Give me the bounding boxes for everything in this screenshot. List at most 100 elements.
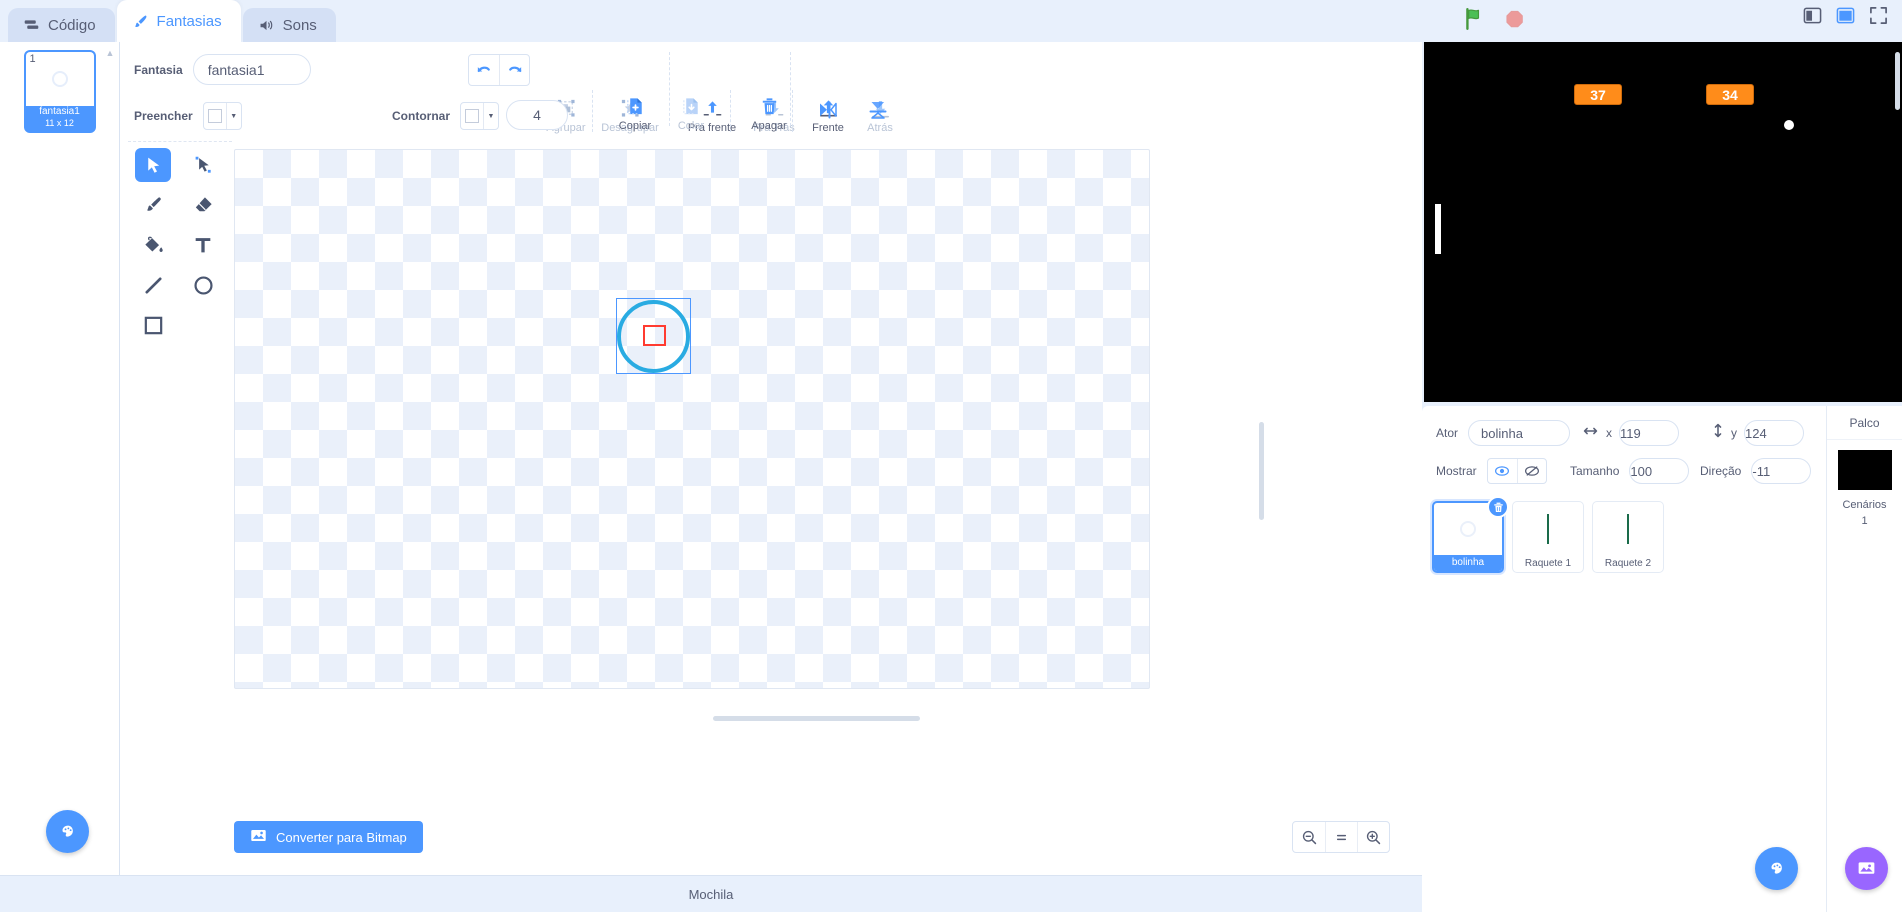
line-tool-button[interactable] [135, 268, 171, 302]
vertical-arrow-icon [1712, 422, 1724, 444]
ball-shape [1460, 521, 1476, 537]
flip-horizontal-button[interactable] [803, 98, 853, 122]
arrow-cursor-icon [147, 157, 159, 173]
score-display-left: 37 [1574, 84, 1622, 105]
costume-item-1[interactable]: 1 fantasia1 11 x 12 [23, 50, 96, 133]
canvas-horizontal-scrollbar[interactable] [713, 716, 920, 721]
zoom-reset-button[interactable] [1325, 822, 1357, 852]
eye-show-icon [1495, 466, 1510, 476]
circle-tool-button[interactable] [185, 268, 221, 302]
costume-list-scrollbar[interactable]: ▲ [105, 48, 115, 858]
show-sprite-button[interactable] [1488, 459, 1517, 483]
code-icon [23, 17, 40, 34]
toolbar-divider-4 [730, 90, 731, 132]
brush-tool-button[interactable] [135, 188, 171, 222]
delete-icon [758, 94, 781, 118]
fill-dropdown-caret-icon[interactable]: ▼ [225, 103, 241, 129]
sprite-card-name: Raquete 1 [1524, 558, 1572, 569]
stage-selector-panel: Palco Cenários 1 [1826, 406, 1902, 912]
trash-icon [1493, 502, 1503, 512]
sprite-direction-input[interactable] [1751, 458, 1812, 484]
eraser-icon [195, 196, 212, 211]
select-tool-button[interactable] [135, 148, 171, 182]
canvas-vertical-scrollbar[interactable] [1259, 422, 1264, 520]
tool-palette [128, 142, 228, 762]
paint-canvas[interactable] [234, 149, 1150, 689]
flip-vertical-button[interactable] [853, 98, 903, 122]
green-flag-icon[interactable] [1462, 6, 1488, 37]
tab-sons[interactable]: Sons [242, 8, 336, 42]
rectangle-tool-button[interactable] [135, 308, 171, 342]
stroke-swatch-group[interactable]: ▼ [460, 102, 499, 130]
run-buttons [1462, 6, 1528, 37]
clipboard-actions: Copiar Colar [607, 94, 719, 132]
sprite-x-group: x [1582, 420, 1679, 446]
sprite-x-input[interactable] [1619, 420, 1679, 446]
stroke-swatch[interactable] [461, 103, 483, 129]
fullscreen-icon[interactable] [1869, 6, 1888, 30]
scratch-editor: Código Fantasias Sons ▲ 1 fantasia1 11 x… [0, 0, 1902, 912]
tab-fantasias[interactable]: Fantasias [116, 0, 241, 42]
sprite-y-input[interactable] [1744, 420, 1804, 446]
stage-size-buttons [1803, 6, 1888, 30]
sprite-card-raquete-1[interactable]: Raquete 1 [1512, 501, 1584, 573]
large-stage-icon[interactable] [1836, 6, 1855, 30]
stroke-dropdown-caret-icon[interactable]: ▼ [483, 103, 498, 129]
convert-to-bitmap-button[interactable]: Converter para Bitmap [234, 821, 423, 853]
small-stage-icon[interactable] [1803, 6, 1822, 30]
backpack-bar[interactable]: Mochila [0, 875, 1422, 912]
editor-tab-bar: Código Fantasias Sons [0, 0, 1422, 42]
sprite-name-label: Ator [1436, 426, 1459, 440]
sprite-size-input[interactable] [1629, 458, 1690, 484]
paddle-shape [1627, 514, 1629, 544]
speaker-icon [258, 17, 275, 34]
fill-tool-button[interactable] [135, 228, 171, 262]
sprite-name-input[interactable] [1468, 420, 1571, 446]
stage-ball-sprite [1784, 120, 1794, 130]
zoom-out-button[interactable] [1293, 822, 1325, 852]
sprite-info-panel: Ator x y Mostrar [1422, 406, 1826, 491]
add-backdrop-button[interactable] [1845, 847, 1888, 890]
sprite-card-raquete-2[interactable]: Raquete 2 [1592, 501, 1664, 573]
add-costume-button[interactable] [46, 810, 89, 853]
copy-button[interactable]: Copiar [607, 94, 663, 132]
sprite-card-bolinha[interactable]: bolinha [1432, 496, 1509, 573]
stage-scrollbar[interactable] [1895, 52, 1900, 110]
stroke-color-group: Contornar ▼ [392, 102, 499, 130]
paste-label: Colar [677, 120, 705, 132]
text-tool-button[interactable] [185, 228, 221, 262]
stage-display[interactable]: 37 34 [1424, 42, 1902, 402]
costume-name-field-group: Fantasia [134, 54, 311, 85]
reshape-tool-button[interactable] [185, 148, 221, 182]
horizontal-arrow-icon [1582, 424, 1599, 443]
add-sprite-button[interactable] [1755, 847, 1798, 890]
zoom-reset-icon [1336, 834, 1347, 840]
undo-button[interactable] [469, 55, 499, 85]
tab-fantasias-label: Fantasias [156, 13, 222, 30]
sprite-card-name: bolinha [1434, 555, 1502, 571]
scroll-up-arrow-icon[interactable]: ▲ [105, 48, 115, 58]
hide-sprite-button[interactable] [1516, 459, 1546, 483]
add-sprite-icon [1771, 862, 1782, 874]
redo-button[interactable] [499, 55, 529, 85]
tab-codigo[interactable]: Código [8, 8, 115, 42]
stage-backdrop-thumbnail[interactable] [1837, 450, 1892, 490]
y-label: y [1731, 426, 1737, 440]
fill-swatch-group[interactable]: ▼ [202, 102, 242, 130]
zoom-in-button[interactable] [1357, 822, 1389, 852]
undo-redo-group [468, 54, 530, 86]
delete-button[interactable]: Apagar [741, 94, 797, 132]
sprite-list-panel: bolinha Raquete 1 Raquete 2 [1422, 491, 1826, 912]
stroke-width-input[interactable] [506, 100, 568, 130]
stroke-width-group [506, 100, 568, 130]
selection-bounding-box[interactable] [616, 298, 691, 374]
fill-swatch[interactable] [204, 103, 226, 129]
sprite-card-name: Raquete 2 [1604, 558, 1652, 569]
delete-sprite-button[interactable] [1487, 496, 1509, 518]
paste-button[interactable]: Colar [663, 94, 719, 132]
paddle-shape [1547, 514, 1549, 544]
eraser-tool-button[interactable] [185, 188, 221, 222]
zoom-in-icon [1366, 830, 1381, 844]
costume-name-input[interactable] [192, 54, 311, 85]
stop-icon[interactable] [1502, 6, 1528, 37]
